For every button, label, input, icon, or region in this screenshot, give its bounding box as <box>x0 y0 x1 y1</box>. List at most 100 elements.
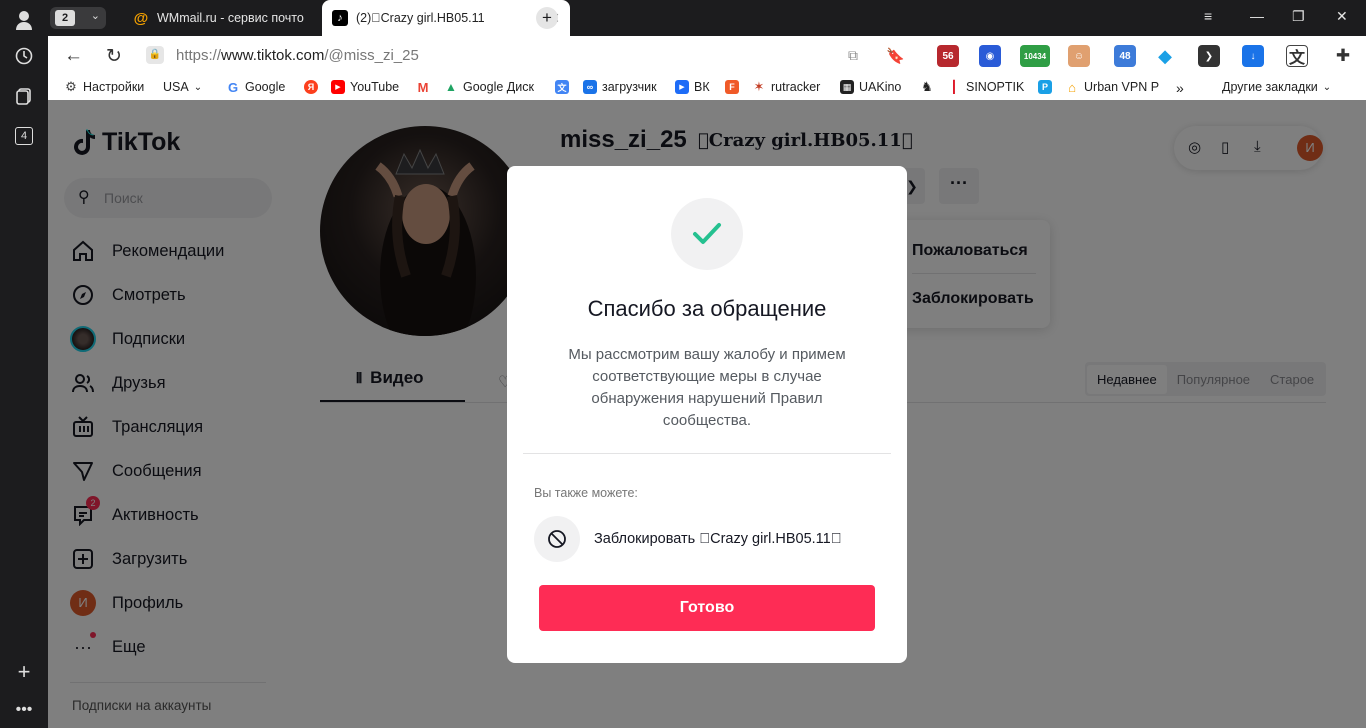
bookmark-label: SINOPTIK <box>966 80 1025 94</box>
bookmarks-overflow-button[interactable]: » <box>1176 80 1184 96</box>
restore-icon[interactable]: ❐ <box>1292 8 1305 25</box>
bookmark-label: » <box>1176 80 1184 96</box>
extensions-puzzle-icon[interactable]: ✚ <box>1332 45 1354 67</box>
tab-tiktok[interactable]: ♪ (2) Crazy girl.HB05.11 ✕ <box>322 0 570 36</box>
address-bar: ← ↻ 🔒 https://www.tiktok.com/@miss_zi_25… <box>48 36 1366 76</box>
bookmark-label: YouTube <box>350 80 400 94</box>
extension-character-icon[interactable]: ☺ <box>1068 45 1090 67</box>
minimize-icon[interactable]: — <box>1250 8 1264 24</box>
uakino-icon: ▦ <box>840 80 854 94</box>
bookmark-label: UAKino <box>859 80 902 94</box>
browser-menu-icon[interactable]: ≡ <box>1204 8 1212 24</box>
tab-strip: 2 ⌄ @ WMmail.ru - сервис почто ♪ (2) Cra… <box>48 0 1366 36</box>
gmail-icon: M <box>417 79 429 95</box>
url-field[interactable]: https://www.tiktok.com/@miss_zi_25 <box>176 47 419 64</box>
block-user-option[interactable]: Заблокировать  Crazy girl.HB05.11  <box>534 516 842 562</box>
chevron-down-icon: ⌄ <box>193 81 203 93</box>
bookmark-label: загрузчик <box>602 80 657 94</box>
tab-title: (2) Crazy girl.HB05.11 <box>356 11 485 25</box>
wmmail-favicon-icon: @ <box>133 9 149 27</box>
rutracker-icon: ✶ <box>753 79 765 94</box>
house-icon: ⌂ <box>1068 79 1076 95</box>
bookmark-downloader[interactable]: ∞ загрузчик <box>583 80 657 94</box>
bookmark-urban-vpn[interactable]: ⌂ Urban VPN P <box>1065 79 1159 95</box>
modal-divider <box>523 453 891 454</box>
pip-icon[interactable]: ⧉ <box>848 47 858 64</box>
extension-counter-icon[interactable]: 10434 <box>1020 45 1050 67</box>
modal-body: Мы рассмотрим вашу жалобу и примем соотв… <box>568 346 846 429</box>
bookmark-icon[interactable]: 🔖 <box>886 47 905 65</box>
bookmark-p[interactable]: P <box>1038 80 1052 94</box>
close-window-icon[interactable]: ✕ <box>1336 8 1348 25</box>
tiktok-favicon-icon: ♪ <box>332 10 348 26</box>
collections-icon[interactable] <box>12 84 36 108</box>
bookmark-f[interactable]: F <box>725 80 739 94</box>
extension-translate-icon[interactable]: 文 <box>1286 45 1308 67</box>
new-tab-button[interactable]: + <box>536 7 558 29</box>
profile-icon[interactable] <box>12 8 36 32</box>
p-icon: P <box>1038 80 1052 94</box>
extension-56-icon[interactable]: 56 <box>937 45 959 67</box>
tab-counter-button[interactable]: 2 ⌄ <box>50 7 106 29</box>
bookmark-rutracker[interactable]: ✶ rutracker <box>752 79 821 94</box>
extension-vpn-icon[interactable]: ◉ <box>979 45 1001 67</box>
bookmark-label: rutracker <box>771 80 821 94</box>
infinity-icon: ∞ <box>583 80 597 94</box>
thermometer-icon: ┃ <box>950 80 958 94</box>
url-path: /@miss_zi_25 <box>324 47 419 64</box>
browser-window: 4 + ••• 2 ⌄ @ WMmail.ru - сервис почто ♪… <box>0 0 1366 728</box>
extension-gem-icon[interactable]: ◆ <box>1154 45 1176 67</box>
bookmark-uakino[interactable]: ▦ UAKino <box>840 80 901 94</box>
yandex-icon: Я <box>304 80 318 94</box>
bookmark-gmail[interactable]: M <box>416 79 430 95</box>
extension-badge: 48 <box>1119 50 1131 62</box>
also-label: Вы также можете: <box>534 486 638 500</box>
bookmark-chess[interactable]: ♞ <box>920 79 934 94</box>
bookmark-google-drive[interactable]: ▲ Google Диск <box>444 80 534 94</box>
tab-count: 2 <box>55 10 75 26</box>
bookmark-label: Другие закладки <box>1222 80 1318 94</box>
bookmark-vk[interactable]: ▶ ВК <box>675 80 710 94</box>
bookmark-settings[interactable]: ⚙ Настройки <box>64 79 145 94</box>
add-panel-icon[interactable]: + <box>12 659 36 684</box>
block-option-label: Заблокировать  Crazy girl.HB05.11  <box>594 531 842 547</box>
tiktok-page: TikTok ⚲ Поиск Рекомендации Смотреть Под… <box>48 100 1366 728</box>
reload-icon[interactable]: ↻ <box>106 45 122 68</box>
extension-48-icon[interactable]: 48 <box>1114 45 1136 67</box>
bookmark-label: Google <box>245 80 286 94</box>
chevron-down-icon: ⌄ <box>1322 81 1332 93</box>
block-icon <box>534 516 580 562</box>
url-scheme: https:// <box>176 47 222 64</box>
history-icon[interactable] <box>12 44 36 68</box>
google-icon: G <box>227 79 239 95</box>
done-button[interactable]: Готово <box>539 585 875 631</box>
bookmark-sinoptik[interactable]: ┃ SINOPTIK <box>947 80 1024 94</box>
rail-more-icon[interactable]: ••• <box>12 698 36 722</box>
extension-download-icon[interactable]: ↓ <box>1242 45 1264 67</box>
bookmark-translate[interactable]: 文 <box>555 80 569 94</box>
lock-icon[interactable]: 🔒 <box>146 46 164 64</box>
bookmark-yandex[interactable]: Я <box>304 80 318 94</box>
bookmark-label: Настройки <box>83 80 145 94</box>
back-icon[interactable]: ← <box>64 45 83 67</box>
bookmark-label: USA <box>163 80 189 94</box>
gear-icon: ⚙ <box>65 79 77 94</box>
chess-knight-icon: ♞ <box>921 79 933 94</box>
tab-groups-icon[interactable]: 4 <box>12 124 36 148</box>
bookmark-youtube[interactable]: ▶ YouTube <box>331 80 399 94</box>
extension-arrow-icon[interactable]: ❯ <box>1198 45 1220 67</box>
bookmark-folder-usa[interactable]: USA ⌄ <box>163 80 202 94</box>
other-bookmarks-folder[interactable]: Другие закладки ⌄ <box>1222 80 1331 94</box>
extension-badge: 10434 <box>1023 51 1047 61</box>
tab-wmmail[interactable]: @ WMmail.ru - сервис почто <box>123 0 323 36</box>
chevron-down-icon: ⌄ <box>90 10 100 22</box>
translate-icon: 文 <box>555 80 569 94</box>
browser-side-rail: 4 + ••• <box>0 0 48 728</box>
bookmarks-bar: ⚙ Настройки USA ⌄ G Google Я ▶ YouTube M ▲ Go… <box>48 76 1366 100</box>
bookmark-label: ВК <box>694 80 710 94</box>
url-host: www.tiktok.com <box>221 47 325 64</box>
checkmark-icon <box>671 198 743 270</box>
bookmark-google[interactable]: G Google <box>226 79 286 95</box>
f-icon: F <box>725 80 739 94</box>
report-confirmation-modal: Спасибо за обращение Мы рассмотрим вашу … <box>507 166 907 663</box>
